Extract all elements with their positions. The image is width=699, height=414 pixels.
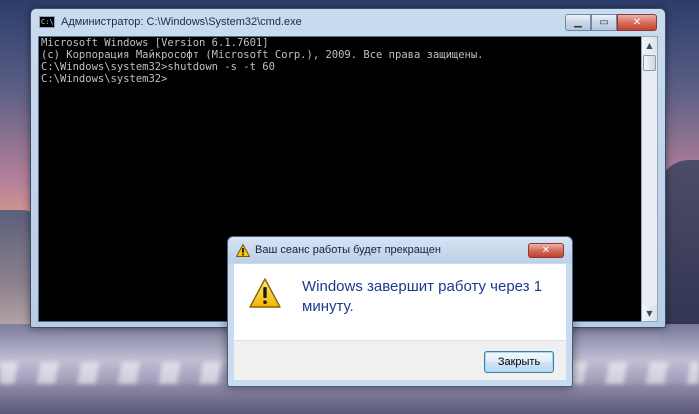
console-prompt: C:\Windows\system32> — [41, 73, 168, 85]
cmd-app-icon: C:\ — [39, 16, 55, 28]
console-line: (c) Корпорация Майкрософт (Microsoft Cor… — [41, 49, 484, 61]
dialog-message: Windows завершит работу через 1 минуту. — [302, 278, 543, 315]
cmd-window-title: Администратор: C:\Windows\System32\cmd.e… — [61, 16, 302, 28]
dialog-close-button[interactable]: ✕ — [528, 243, 564, 258]
cmd-window-controls: ▁ ▭ ✕ — [565, 14, 657, 31]
maximize-button[interactable]: ▭ — [591, 14, 617, 31]
arrow-up-icon: ▲ — [646, 40, 653, 50]
close-icon: ✕ — [632, 17, 642, 28]
close-button[interactable]: ✕ — [617, 14, 657, 31]
dialog-body: Windows завершит работу через 1 минуту. — [234, 264, 566, 340]
scroll-thumb[interactable] — [643, 55, 656, 71]
cmd-titlebar[interactable]: C:\ Администратор: C:\Windows\System32\c… — [31, 9, 665, 35]
dialog-footer: Закрыть — [234, 340, 566, 380]
scroll-up-button[interactable]: ▲ — [642, 37, 657, 53]
close-icon: ✕ — [541, 245, 551, 256]
close-dialog-button[interactable]: Закрыть — [484, 351, 554, 373]
console-line: Microsoft Windows [Version 6.1.7601] — [41, 37, 269, 49]
dialog-titlebar[interactable]: Ваш сеанс работы будет прекращен ✕ — [228, 237, 572, 263]
arrow-down-icon: ▼ — [646, 308, 653, 318]
scroll-down-button[interactable]: ▼ — [642, 305, 657, 321]
maximize-icon: ▭ — [599, 17, 609, 28]
warning-icon — [236, 243, 250, 257]
console-line: C:\Windows\system32>shutdown -s -t 60 — [41, 61, 275, 73]
dialog-title: Ваш сеанс работы будет прекращен — [255, 244, 441, 256]
shutdown-dialog[interactable]: Ваш сеанс работы будет прекращен ✕ Windo… — [227, 236, 573, 387]
minimize-button[interactable]: ▁ — [565, 14, 591, 31]
minimize-icon: ▁ — [574, 17, 582, 28]
warning-icon — [249, 278, 281, 308]
cmd-scrollbar[interactable]: ▲ ▼ — [641, 36, 658, 322]
